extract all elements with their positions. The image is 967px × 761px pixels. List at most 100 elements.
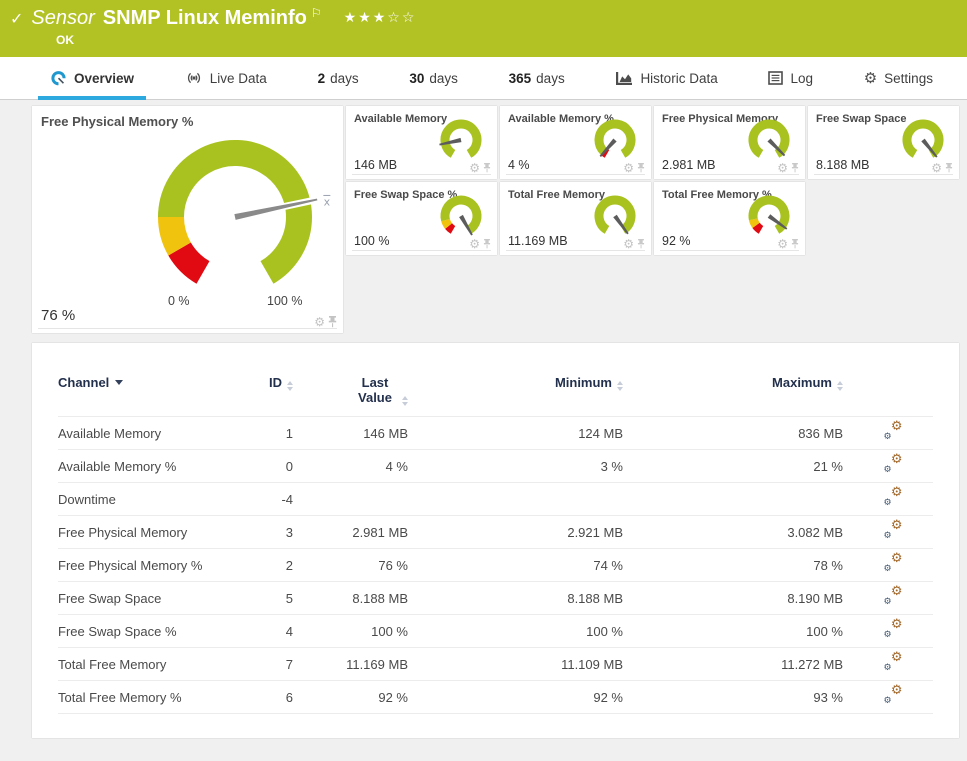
channel-name[interactable]: Available Memory % (58, 449, 248, 483)
tab-30-days[interactable]: 30 days (407, 57, 460, 99)
gauge (591, 192, 639, 240)
channel-minimum: 100 % (418, 614, 633, 648)
channel-settings-gears-icon[interactable]: ⚙ ⚙ (884, 551, 903, 574)
panel-gear-icon[interactable]: ⚙ (623, 162, 634, 174)
channel-id: 7 (248, 647, 303, 681)
table-row: Free Swap Space 5 8.188 MB 8.188 MB 8.19… (58, 581, 933, 615)
channel-id: 6 (248, 680, 303, 714)
channel-settings-gears-icon[interactable]: ⚙ ⚙ (884, 485, 903, 508)
gauge-panel-free-swap-space-pct: Free Swap Space % 100 % ⚙ (346, 182, 497, 255)
channel-id: 4 (248, 614, 303, 648)
gauge (899, 116, 947, 164)
sensor-title: SNMP Linux Meminfo (102, 7, 307, 29)
gauge-min-label: 0 % (168, 294, 190, 308)
channel-name[interactable]: Free Physical Memory (58, 515, 248, 549)
channel-maximum: 78 % (633, 548, 853, 582)
panel-gear-icon[interactable]: ⚙ (314, 316, 325, 328)
panel-gear-icon[interactable]: ⚙ (469, 162, 480, 174)
channel-settings-gears-icon[interactable]: ⚙ ⚙ (884, 419, 903, 442)
panel-pin-icon[interactable] (328, 316, 337, 328)
gauge (591, 116, 639, 164)
channel-minimum: 124 MB (418, 416, 633, 450)
main-gauge: x (131, 112, 343, 297)
channel-id: -4 (248, 482, 303, 516)
panel-gear-icon[interactable]: ⚙ (469, 238, 480, 250)
gauge-panel-free-swap-space: Free Swap Space 8.188 MB ⚙ (808, 106, 959, 179)
channel-name[interactable]: Free Physical Memory % (58, 548, 248, 582)
panel-pin-icon[interactable] (637, 163, 645, 173)
channel-name[interactable]: Total Free Memory % (58, 680, 248, 714)
tab-historic-data[interactable]: Historic Data (613, 57, 719, 99)
priority-stars[interactable]: ★★★☆☆ (344, 10, 417, 26)
table-row: Free Physical Memory % 2 76 % 74 % 78 % … (58, 548, 933, 582)
panel-pin-icon[interactable] (945, 163, 953, 173)
gauge (745, 116, 793, 164)
channel-maximum: 21 % (633, 449, 853, 483)
channel-settings-gears-icon[interactable]: ⚙ ⚙ (884, 617, 903, 640)
channel-settings-gears-icon[interactable]: ⚙ ⚙ (884, 452, 903, 475)
channel-name[interactable]: Total Free Memory (58, 647, 248, 681)
tab-settings[interactable]: ⚙ Settings (862, 57, 935, 99)
column-header-last-value[interactable]: Last Value (303, 373, 418, 417)
channel-id: 2 (248, 548, 303, 582)
panel-gear-icon[interactable]: ⚙ (623, 238, 634, 250)
channel-name[interactable]: Free Swap Space % (58, 614, 248, 648)
gauge-title: Free Swap Space (816, 113, 907, 125)
table-row: Free Physical Memory 3 2.981 MB 2.921 MB… (58, 515, 933, 549)
channel-settings-gears-icon[interactable]: ⚙ ⚙ (884, 683, 903, 706)
channel-last-value: 76 % (303, 548, 418, 582)
column-header-maximum[interactable]: Maximum (633, 373, 853, 417)
panel-pin-icon[interactable] (791, 239, 799, 249)
channel-minimum: 2.921 MB (418, 515, 633, 549)
panel-pin-icon[interactable] (791, 163, 799, 173)
flag-icon[interactable]: ⚐ (311, 6, 322, 20)
channel-name[interactable]: Available Memory (58, 416, 248, 450)
channel-minimum: 74 % (418, 548, 633, 582)
tab-365-days[interactable]: 365 days (507, 57, 567, 99)
table-row: Downtime -4 ⚙ ⚙ (58, 482, 933, 516)
panel-gear-icon[interactable]: ⚙ (777, 162, 788, 174)
channel-id: 5 (248, 581, 303, 615)
historic-icon (615, 71, 633, 86)
channel-settings-gears-icon[interactable]: ⚙ ⚙ (884, 584, 903, 607)
channel-maximum: 3.082 MB (633, 515, 853, 549)
object-kind-label: Sensor (31, 7, 95, 29)
gauge-value: 100 % (354, 234, 390, 248)
panel-pin-icon[interactable] (637, 239, 645, 249)
table-row: Total Free Memory 7 11.169 MB 11.109 MB … (58, 647, 933, 681)
channel-name[interactable]: Downtime (58, 482, 248, 516)
sort-icon (287, 381, 293, 391)
panel-pin-icon[interactable] (483, 163, 491, 173)
channel-minimum: 92 % (418, 680, 633, 714)
table-header-row: Channel ID Last Value Minimum Maximum (58, 373, 933, 417)
sort-icon (617, 381, 623, 391)
column-header-channel[interactable]: Channel (58, 373, 248, 417)
channel-last-value: 92 % (303, 680, 418, 714)
sensor-status-badge: OK (56, 33, 74, 47)
column-header-settings (853, 373, 933, 417)
channel-name[interactable]: Free Swap Space (58, 581, 248, 615)
channel-settings-gears-icon[interactable]: ⚙ ⚙ (884, 650, 903, 673)
sort-icon (837, 381, 843, 391)
gauge-panel-total-free-memory: Total Free Memory 11.169 MB ⚙ (500, 182, 651, 255)
gauge-dashboard: Free Physical Memory % x 0 % 100 % 76 % … (32, 106, 967, 333)
svg-text:x: x (324, 195, 331, 208)
panel-pin-icon[interactable] (483, 239, 491, 249)
tab-overview[interactable]: Overview (37, 57, 147, 100)
gauge-value: 92 % (662, 234, 691, 248)
panel-gear-icon[interactable]: ⚙ (931, 162, 942, 174)
channel-id: 3 (248, 515, 303, 549)
panel-gear-icon[interactable]: ⚙ (777, 238, 788, 250)
gauge-value: 146 MB (354, 158, 398, 172)
tab-log[interactable]: Log (766, 57, 815, 99)
column-header-minimum[interactable]: Minimum (418, 373, 633, 417)
tab-live-data[interactable]: Live Data (183, 57, 269, 99)
channel-table: Channel ID Last Value Minimum Maximum Av… (58, 373, 933, 714)
tab-2-days[interactable]: 2 days (316, 57, 361, 99)
channel-minimum: 11.109 MB (418, 647, 633, 681)
column-header-id[interactable]: ID (248, 373, 303, 417)
channel-minimum: 8.188 MB (418, 581, 633, 615)
channel-minimum (418, 482, 633, 516)
sensor-header: ✓ Sensor SNMP Linux Meminfo ⚐ ★★★☆☆ OK (0, 0, 967, 57)
channel-settings-gears-icon[interactable]: ⚙ ⚙ (884, 518, 903, 541)
